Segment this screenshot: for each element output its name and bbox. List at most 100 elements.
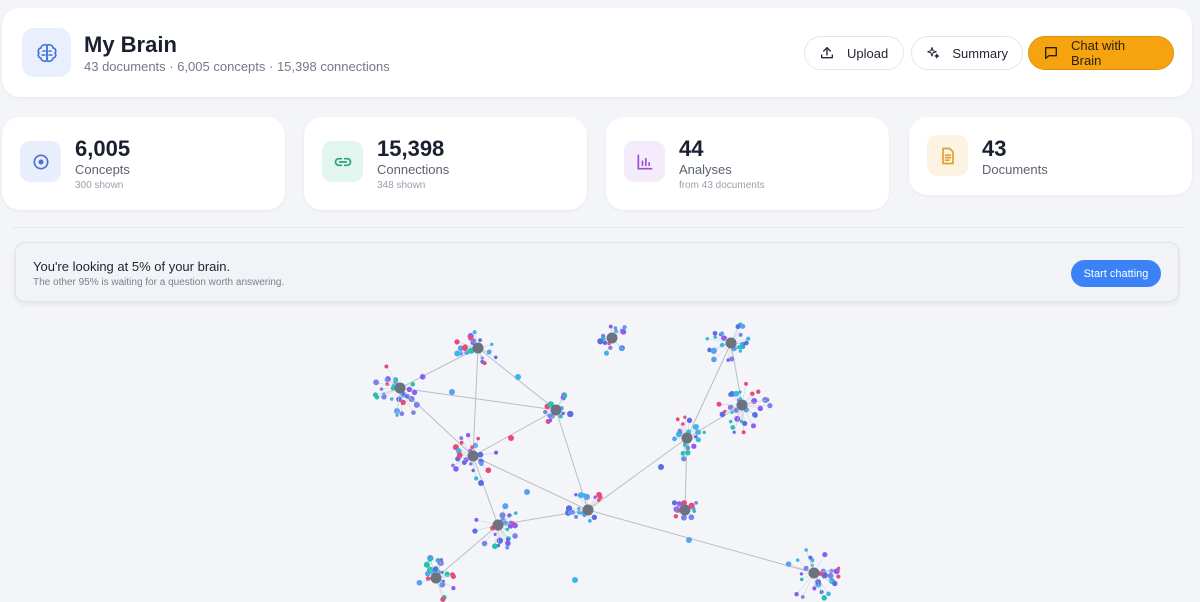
graph-node[interactable] (675, 417, 680, 422)
upload-button[interactable]: Upload (804, 36, 904, 70)
graph-node[interactable] (702, 430, 706, 435)
graph-node[interactable] (756, 389, 761, 394)
graph-hub-node[interactable] (492, 519, 504, 531)
graph-hub-node[interactable] (472, 342, 484, 354)
graph-node[interactable] (800, 577, 804, 582)
graph-node[interactable] (567, 509, 573, 515)
graph-node[interactable] (577, 506, 581, 511)
graph-node[interactable] (515, 374, 521, 380)
graph-node[interactable] (379, 387, 384, 391)
graph-node[interactable] (427, 557, 433, 562)
graph-node[interactable] (459, 440, 464, 445)
graph-node[interactable] (728, 419, 733, 424)
graph-node[interactable] (461, 344, 468, 351)
graph-node[interactable] (424, 570, 431, 577)
graph-node[interactable] (719, 411, 726, 418)
graph-node[interactable] (732, 430, 736, 434)
start-chatting-button[interactable]: Start chatting (1071, 260, 1161, 287)
graph-node[interactable] (395, 413, 399, 417)
graph-node[interactable] (591, 514, 598, 521)
graph-node[interactable] (499, 512, 506, 519)
graph-hub-node[interactable] (467, 450, 479, 462)
graph-node[interactable] (512, 533, 518, 539)
graph-node[interactable] (449, 389, 455, 395)
graph-node[interactable] (511, 521, 515, 525)
graph-node[interactable] (450, 573, 456, 579)
graph-node[interactable] (686, 417, 693, 424)
graph-node[interactable] (740, 323, 746, 329)
graph-node[interactable] (384, 364, 389, 369)
graph-node[interactable] (482, 361, 487, 366)
graph-hub-node[interactable] (681, 432, 693, 444)
graph-node[interactable] (423, 561, 430, 568)
graph-node[interactable] (474, 517, 479, 522)
graph-node[interactable] (812, 586, 817, 591)
graph-node[interactable] (686, 537, 692, 543)
graph-node[interactable] (803, 566, 809, 571)
graph-node[interactable] (471, 468, 475, 473)
graph-node[interactable] (608, 345, 613, 350)
graph-node[interactable] (672, 436, 677, 442)
graph-node[interactable] (548, 418, 553, 423)
graph-node[interactable] (476, 436, 480, 441)
graph-node[interactable] (673, 514, 679, 519)
graph-node[interactable] (454, 339, 460, 345)
graph-node[interactable] (765, 397, 770, 402)
graph-hub-node[interactable] (550, 404, 562, 416)
graph-node[interactable] (692, 424, 699, 430)
graph-node[interactable] (441, 582, 446, 587)
graph-node[interactable] (710, 347, 717, 354)
graph-node[interactable] (503, 520, 509, 526)
graph-node[interactable] (496, 537, 504, 544)
graph-node[interactable] (600, 333, 606, 339)
graph-node[interactable] (602, 340, 608, 346)
graph-node[interactable] (514, 511, 518, 515)
graph-node[interactable] (622, 324, 627, 330)
graph-node[interactable] (711, 356, 717, 363)
graph-node[interactable] (738, 332, 743, 337)
graph-node[interactable] (572, 577, 578, 583)
graph-node[interactable] (406, 386, 413, 393)
graph-node[interactable] (799, 572, 804, 576)
graph-node[interactable] (490, 342, 494, 347)
graph-node[interactable] (524, 489, 530, 495)
graph-node[interactable] (620, 328, 627, 335)
graph-node[interactable] (400, 399, 406, 406)
graph-node[interactable] (683, 415, 687, 419)
graph-node[interactable] (712, 330, 718, 336)
graph-node[interactable] (558, 414, 563, 419)
graph-node[interactable] (826, 591, 831, 597)
graph-node[interactable] (440, 596, 446, 602)
graph-node[interactable] (562, 393, 568, 399)
graph-node[interactable] (691, 443, 697, 449)
graph-node[interactable] (416, 579, 423, 586)
graph-node[interactable] (804, 548, 808, 552)
graph-node[interactable] (502, 503, 509, 510)
graph-node[interactable] (681, 456, 687, 462)
graph-node[interactable] (413, 401, 420, 408)
graph-node[interactable] (837, 566, 841, 570)
graph-node[interactable] (730, 410, 734, 415)
graph-node[interactable] (561, 411, 565, 416)
graph-node[interactable] (603, 350, 610, 356)
graph-node[interactable] (794, 592, 799, 597)
graph-node[interactable] (613, 326, 618, 330)
graph-hub-node[interactable] (582, 504, 594, 516)
graph-node[interactable] (596, 491, 602, 498)
graph-node[interactable] (733, 390, 740, 397)
graph-node[interactable] (481, 540, 488, 547)
graph-node[interactable] (479, 461, 484, 467)
summary-button[interactable]: Summary (911, 36, 1023, 70)
graph-hub-node[interactable] (394, 382, 406, 394)
graph-node[interactable] (494, 450, 499, 455)
graph-node[interactable] (658, 464, 664, 470)
graph-node[interactable] (596, 498, 601, 502)
graph-node[interactable] (470, 338, 477, 344)
graph-hub-node[interactable] (606, 332, 618, 344)
graph-node[interactable] (713, 335, 717, 339)
graph-node[interactable] (574, 492, 578, 497)
graph-node[interactable] (721, 335, 727, 341)
graph-node[interactable] (719, 331, 725, 336)
graph-node[interactable] (688, 514, 695, 521)
graph-node[interactable] (750, 391, 755, 396)
